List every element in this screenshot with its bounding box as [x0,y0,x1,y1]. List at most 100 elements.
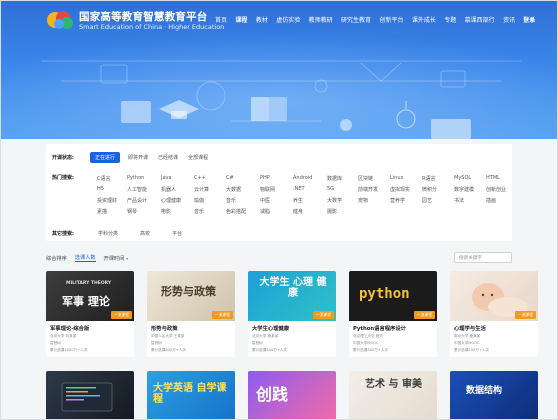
hot-search-tag[interactable]: Linux [390,175,403,181]
hot-search-tag[interactable]: C# [226,175,234,181]
hot-search-tag[interactable]: 5G [327,186,334,192]
sort-arrow-icon[interactable]: ▾ [126,256,128,261]
hot-search-tag[interactable]: 物联网 [260,186,275,193]
nav-item-news[interactable]: 资讯 [503,15,515,24]
hot-search-tag[interactable]: 数字建模 [454,186,474,193]
hot-search-tag[interactable]: 数据库 [327,175,342,182]
hot-search-tag[interactable]: 心理健康 [161,197,181,204]
thumb-overlay-text: 数据结构 [466,386,503,396]
nav-item-textbooks[interactable]: 教材 [256,15,268,24]
status-option-finished[interactable]: 已经结课 [158,154,178,161]
hot-search-tag[interactable]: 区块链 [358,175,373,182]
course-title[interactable]: 军事理论-综合版 [50,324,89,332]
nav-item-mooc-west[interactable]: 慕课西部行 [465,15,495,24]
thumb-overlay-subtitle: MILITARY THEORY [66,281,112,286]
hot-search-tag[interactable]: C语言 [97,175,111,182]
course-title[interactable]: 心理学与生活 [454,324,486,332]
hot-search-tag[interactable]: 插画 [486,197,496,204]
hot-search-tag[interactable]: 产品设计 [127,197,147,204]
platform-logo-icon[interactable] [46,8,76,32]
hot-search-tag[interactable]: 云计算 [194,186,209,193]
sort-option-default[interactable]: 综合排序 [46,255,67,262]
hot-search-tag[interactable]: Python [127,175,144,181]
hot-search-tag[interactable]: 人工智能 [127,186,147,193]
hot-search-tag[interactable]: 摄影 [327,208,337,215]
hero-banner: 国家高等教育智慧教育平台 Smart Education of China · … [1,1,557,139]
hot-search-tag[interactable]: 营养学 [390,197,405,204]
course-card[interactable]: 大学生 心理 健康 一流课程 大学生心理健康 北京大学 杨某某 智慧树 累计选课… [248,271,336,357]
other-option-discipline[interactable]: 学科分类 [98,230,118,237]
hot-search-tag[interactable]: 减脂 [260,208,270,215]
hot-search-tag[interactable]: 前端开发 [358,186,378,193]
course-provider: 中国大学MOOC [454,341,480,345]
hot-search-tag[interactable]: 宠物 [358,197,368,204]
nav-item-virtual-labs[interactable]: 虚仿实验 [276,15,300,24]
hot-search-tag[interactable]: 机器人 [161,186,176,193]
course-card[interactable]: 大学英语 自学课程 [147,371,235,419]
course-title[interactable]: 大学生心理健康 [252,324,289,332]
thumb-overlay-text: 大学英语 自学课程 [153,383,227,405]
first-class-badge: 一流课程 [514,311,536,319]
hot-search-tag[interactable]: HTML [486,175,500,181]
hot-search-tag[interactable]: 健身 [293,208,303,215]
hot-search-tag[interactable]: Android [293,175,312,181]
nav-item-growth[interactable]: 课外成长 [412,15,436,24]
course-title[interactable]: Python语言程序设计 [353,324,406,332]
hot-search-tag[interactable]: 中医 [260,197,270,204]
hot-search-tag[interactable]: 园艺 [422,197,432,204]
thumb-overlay-text: 大学生 心理 健康 [259,277,327,299]
course-school: 北京理工大学 嵩天 [353,334,383,338]
hot-search-tag[interactable]: 音乐 [194,208,204,215]
hot-search-tag[interactable]: 创新创业 [486,186,506,193]
hot-search-tag[interactable]: PHP [260,175,270,181]
hot-search-tag[interactable]: 投资理财 [97,197,117,204]
hot-search-tag[interactable]: 色彩搭配 [226,208,246,215]
course-card[interactable]: 一流课程 心理学与生活 南京大学 桑某某 中国大学MOOC 累计选课200万+人… [450,271,538,357]
course-card[interactable] [46,371,134,419]
hot-search-tag[interactable]: 钢琴 [127,208,137,215]
course-card[interactable]: 创践 [248,371,336,419]
login-link[interactable]: 登录 [523,15,535,24]
hot-search-tag[interactable]: 养生 [293,197,303,204]
hot-search-tag[interactable]: 微积分 [422,186,437,193]
nav-item-courses[interactable]: 课程 [235,15,247,24]
hot-search-tag[interactable]: MySQL [454,175,471,181]
hot-search-tag[interactable]: 大数学 [327,197,342,204]
course-card[interactable]: python 一流课程 Python语言程序设计 北京理工大学 嵩天 中国大学M… [349,271,437,357]
hot-search-tag[interactable]: .NET [293,186,305,192]
nav-item-innovation[interactable]: 创新平台 [379,15,403,24]
hot-search-tag[interactable]: 音乐 [226,197,236,204]
hot-search-tag[interactable]: 素描 [97,208,107,215]
platform-title[interactable]: 国家高等教育智慧教育平台 [79,9,207,24]
hot-search-tag[interactable]: H5 [97,186,104,192]
sort-option-start-time[interactable]: 开课时间 [104,255,125,262]
nav-item-home[interactable]: 首页 [215,15,227,24]
other-option-platform[interactable]: 平台 [172,230,182,237]
course-card[interactable]: 数据结构 [450,371,538,419]
hot-search-tag[interactable]: 大数据 [226,186,241,193]
nav-item-topics[interactable]: 专题 [444,15,456,24]
course-card[interactable]: MILITARY THEORY 军事 理论 一流课程 军事理论-综合版 北京大学… [46,271,134,357]
other-option-university[interactable]: 高校 [140,230,150,237]
top-nav: 首页 课程 教材 虚仿实验 教师教研 研究生教育 创新平台 课外成长 专题 慕课… [215,15,544,24]
nav-item-graduate-education[interactable]: 研究生教育 [341,15,371,24]
course-school: 北京大学 杨某某 [252,334,279,338]
hot-search-tag[interactable]: 书法 [454,197,464,204]
course-search-input[interactable]: 搜索关键字 [454,252,512,263]
nav-item-teaching-research[interactable]: 教师教研 [309,15,333,24]
status-option-ongoing[interactable]: 正在进行 [90,152,121,163]
status-option-upcoming[interactable]: 即将开课 [128,154,148,161]
hot-search-tag[interactable]: R语言 [422,175,435,182]
search-placeholder: 搜索关键字 [459,256,482,261]
hot-search-tag[interactable]: 虚拟现实 [390,186,410,193]
hot-search-tag[interactable]: Java [161,175,172,181]
hot-search-tag[interactable]: 瑜伽 [194,197,204,204]
course-title[interactable]: 形势与政策 [151,324,178,332]
hot-search-tag[interactable]: 电影 [161,208,171,215]
course-card[interactable]: 形势与政策 一流课程 形势与政策 中国人民大学 王某某 智慧树 累计选课800万… [147,271,235,357]
course-thumbnail: 大学生 心理 健康 一流课程 [248,271,336,321]
course-card[interactable]: 艺术 与 审美 [349,371,437,419]
hot-search-tag[interactable]: C++ [194,175,206,181]
sort-option-enrollment[interactable]: 选课人数 [74,254,96,262]
status-option-all[interactable]: 全部课程 [188,154,208,161]
